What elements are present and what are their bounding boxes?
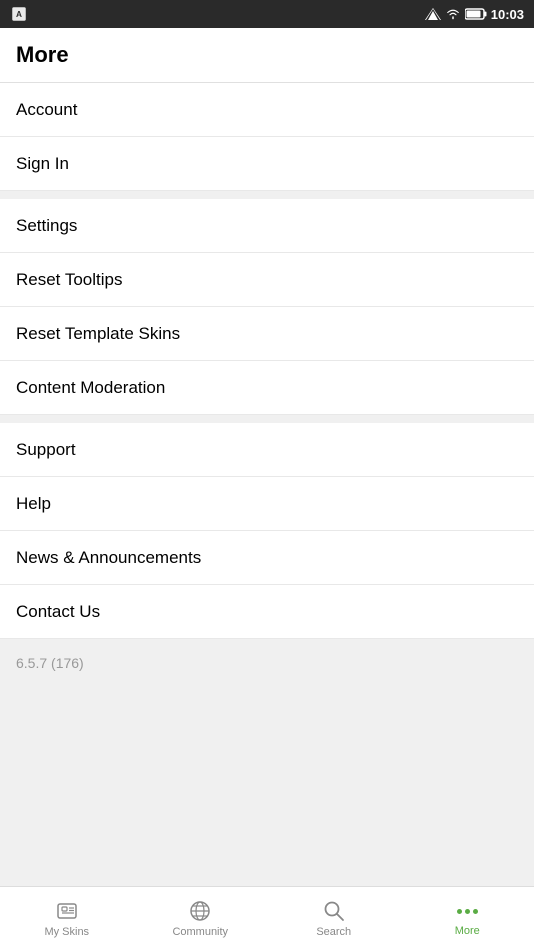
menu-item-contact-us-label: Contact Us — [16, 602, 100, 622]
menu-item-reset-template-skins-label: Reset Template Skins — [16, 324, 180, 344]
menu-item-support[interactable]: Support — [0, 423, 534, 477]
version-text: 6.5.7 (176) — [16, 655, 84, 671]
nav-item-my-skins[interactable]: My Skins — [0, 887, 134, 950]
search-icon — [322, 899, 346, 923]
signal-icon — [425, 8, 441, 20]
battery-icon — [465, 8, 487, 20]
menu-list: Account Sign In Settings Reset Tooltips … — [0, 83, 534, 639]
menu-item-sign-in[interactable]: Sign In — [0, 137, 534, 191]
status-bar-left: A — [10, 5, 28, 23]
menu-item-account[interactable]: Account — [0, 83, 534, 137]
wifi-icon — [445, 8, 461, 20]
menu-item-news-announcements[interactable]: News & Announcements — [0, 531, 534, 585]
nav-label-more: More — [455, 925, 480, 937]
dot-1 — [457, 909, 462, 914]
app-icon: A — [10, 5, 28, 23]
nav-label-my-skins: My Skins — [44, 926, 89, 938]
menu-item-contact-us[interactable]: Contact Us — [0, 585, 534, 639]
status-bar-right: 10:03 — [425, 7, 524, 22]
svg-text:A: A — [16, 10, 22, 19]
menu-item-news-announcements-label: News & Announcements — [16, 548, 201, 568]
menu-item-reset-tooltips-label: Reset Tooltips — [16, 270, 122, 290]
nav-item-search[interactable]: Search — [267, 887, 401, 950]
main-content: More Account Sign In Settings Reset Tool… — [0, 28, 534, 886]
nav-label-search: Search — [316, 926, 351, 938]
menu-item-content-moderation-label: Content Moderation — [16, 378, 165, 398]
menu-item-account-label: Account — [16, 100, 77, 120]
menu-item-sign-in-label: Sign In — [16, 154, 69, 174]
menu-item-settings[interactable]: Settings — [0, 199, 534, 253]
version-area: 6.5.7 (176) — [0, 639, 534, 689]
menu-item-settings-label: Settings — [16, 216, 77, 236]
my-skins-icon — [55, 899, 79, 923]
bottom-nav: My Skins Community Search More — [0, 886, 534, 950]
menu-item-reset-template-skins[interactable]: Reset Template Skins — [0, 307, 534, 361]
menu-item-content-moderation[interactable]: Content Moderation — [0, 361, 534, 415]
status-time: 10:03 — [491, 7, 524, 22]
menu-item-support-label: Support — [16, 440, 76, 460]
community-icon — [188, 899, 212, 923]
status-bar: A 10:03 — [0, 0, 534, 28]
page-title: More — [0, 28, 534, 83]
nav-item-more[interactable]: More — [401, 887, 534, 950]
dot-2 — [465, 909, 470, 914]
section-divider-2 — [0, 415, 534, 423]
menu-item-help-label: Help — [16, 494, 51, 514]
section-divider-1 — [0, 191, 534, 199]
menu-item-help[interactable]: Help — [0, 477, 534, 531]
dot-3 — [473, 909, 478, 914]
more-dots-icon — [457, 900, 478, 922]
nav-label-community: Community — [172, 926, 228, 938]
nav-item-community[interactable]: Community — [134, 887, 268, 950]
menu-item-reset-tooltips[interactable]: Reset Tooltips — [0, 253, 534, 307]
